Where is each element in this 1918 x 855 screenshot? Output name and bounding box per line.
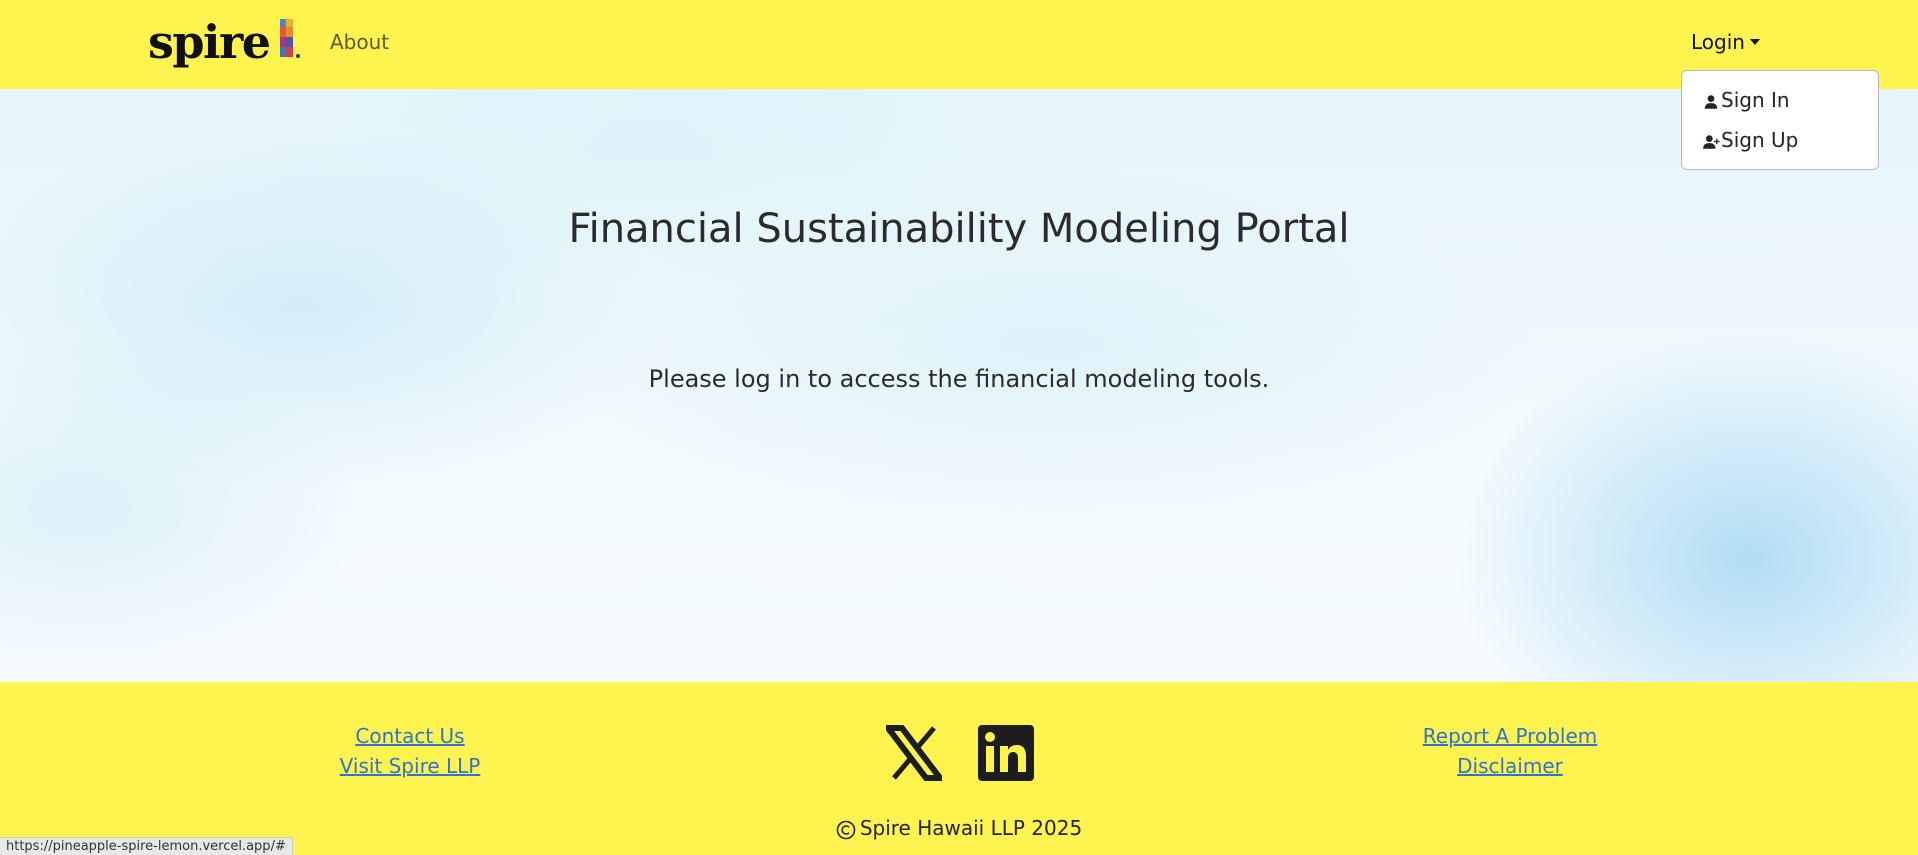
- sign-in-label: Sign In: [1721, 88, 1790, 112]
- brand-name: spire: [148, 15, 271, 69]
- linkedin-icon[interactable]: [978, 725, 1034, 781]
- report-a-problem-link[interactable]: Report A Problem: [1380, 724, 1640, 748]
- login-dropdown-toggle[interactable]: Login: [1691, 30, 1760, 54]
- sign-up-menu-item[interactable]: Sign Up: [1702, 128, 1798, 152]
- sign-in-menu-item[interactable]: Sign In: [1702, 88, 1790, 112]
- disclaimer-link[interactable]: Disclaimer: [1380, 754, 1640, 778]
- nav-about-link[interactable]: About: [330, 30, 389, 54]
- copyright-text: Spire Hawaii LLP 2025: [859, 816, 1083, 840]
- copyright-icon: [836, 820, 856, 839]
- browser-status-url: https://pineapple-spire-lemon.vercel.app…: [0, 837, 293, 855]
- visit-spire-llp-link[interactable]: Visit Spire LLP: [280, 754, 540, 778]
- person-icon: [1704, 94, 1718, 109]
- footer: Contact Us Visit Spire LLP Report A Prob…: [0, 682, 1918, 855]
- login-dropdown-menu: Sign In Sign Up: [1681, 70, 1879, 170]
- x-icon[interactable]: [886, 725, 942, 781]
- login-label: Login: [1691, 30, 1745, 54]
- contact-us-link[interactable]: Contact Us: [280, 724, 540, 748]
- page-title: Financial Sustainability Modeling Portal: [568, 206, 1350, 252]
- person-plus-icon: [1703, 134, 1720, 149]
- caret-down-icon: [1749, 39, 1760, 45]
- sign-up-label: Sign Up: [1721, 128, 1799, 152]
- brand-logo-link[interactable]: spire: [148, 16, 302, 68]
- main-content: Financial Sustainability Modeling Portal…: [0, 89, 1918, 682]
- navbar: spire About Login: [0, 0, 1918, 89]
- login-prompt-message: Please log in to access the financial mo…: [648, 365, 1270, 393]
- spire-logo-mark-icon: [279, 19, 300, 58]
